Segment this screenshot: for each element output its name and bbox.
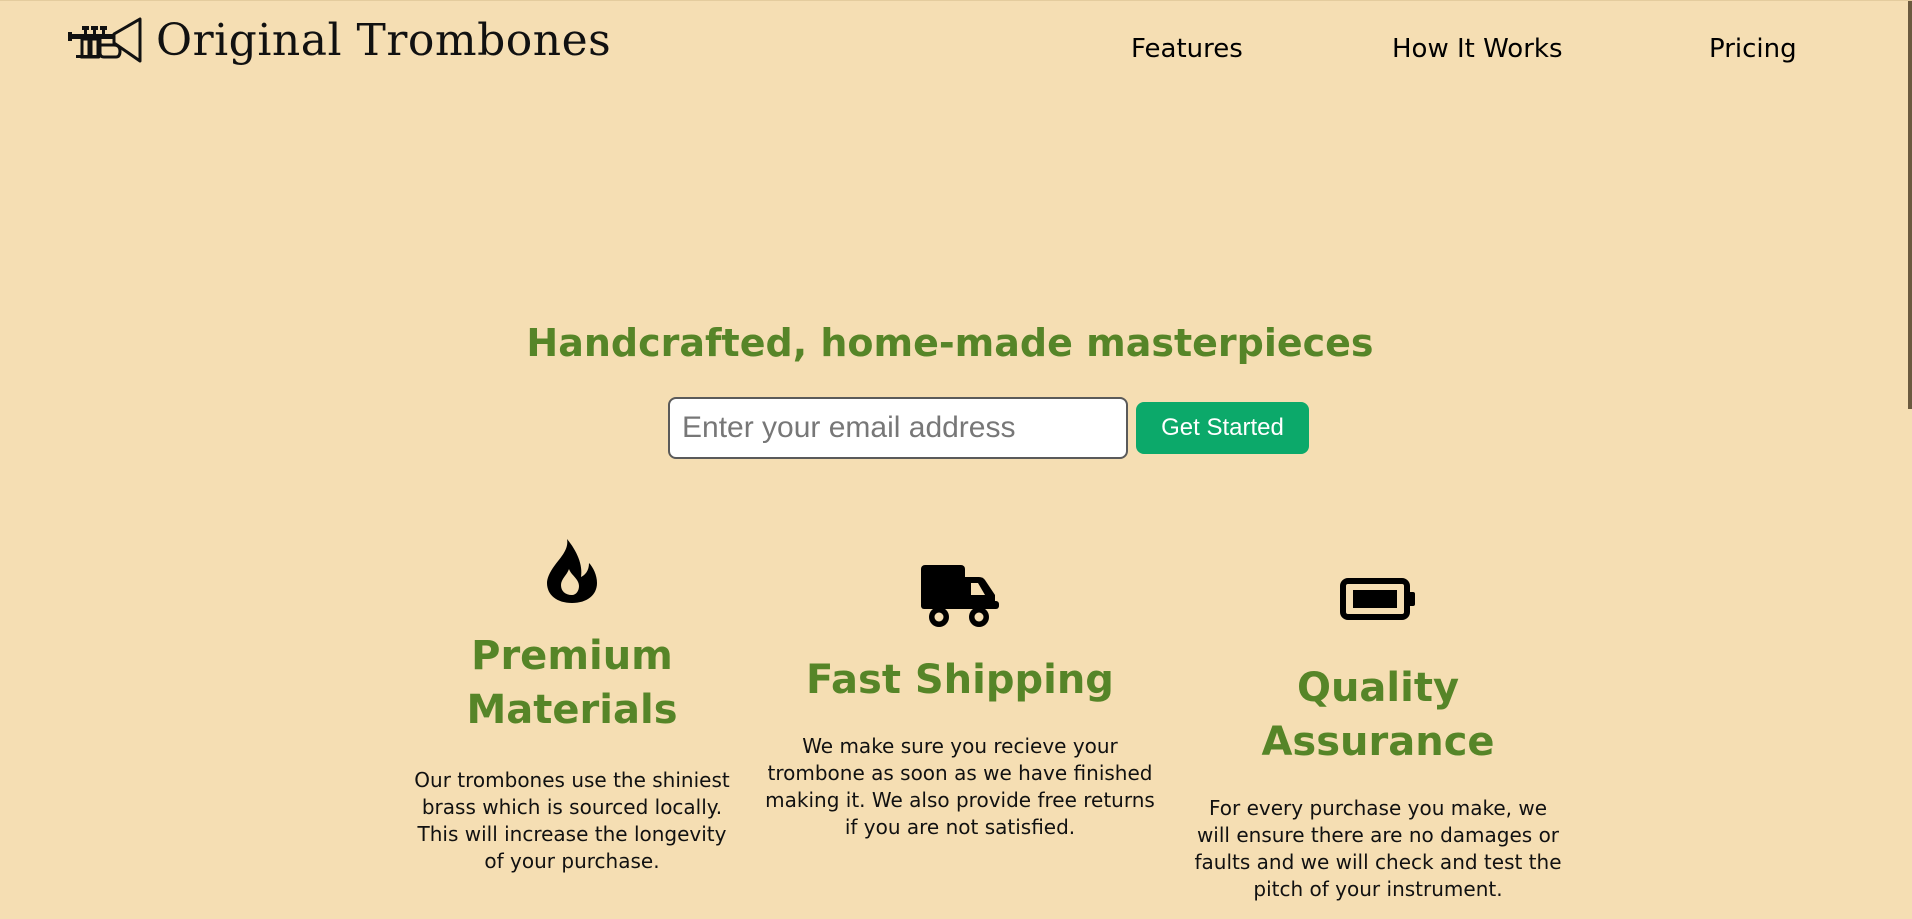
get-started-button[interactable]: Get Started [1136,402,1309,454]
feature-title: Quality Assurance [1261,665,1495,765]
feature-title: Premium Materials [466,633,678,733]
feature-title: Fast Shipping [806,657,1114,703]
email-input[interactable] [668,397,1128,459]
fire-icon [547,539,597,603]
main-nav: Features How It Works Pricing [0,31,1900,71]
nav-link-pricing[interactable]: Pricing [1709,31,1797,67]
landing-page: Original Trombones Features How It Works… [0,0,1912,919]
feature-description: Our trombones use the shiniest brass whi… [414,768,730,873]
scrollbar[interactable] [1908,1,1912,409]
features-section: Premium Materials Our trombones use the … [0,531,1900,911]
battery-full-icon [1340,578,1415,620]
nav-link-how-it-works[interactable]: How It Works [1392,31,1563,67]
feature-premium-materials: Premium Materials Our trombones use the … [412,537,732,875]
hero-title: Handcrafted, home-made masterpieces [526,321,1374,365]
nav-link-features[interactable]: Features [1131,31,1243,67]
truck-icon [921,565,999,627]
header: Original Trombones Features How It Works… [0,1,1900,91]
feature-description: We make sure you recieve your trombone a… [765,734,1155,839]
feature-description: For every purchase you make, we will ens… [1194,796,1562,901]
feature-fast-shipping: Fast Shipping We make sure you recieve y… [762,531,1158,841]
signup-form: Get Started [668,397,1309,459]
hero-section: Handcrafted, home-made masterpieces [0,317,1900,369]
feature-quality-assurance: Quality Assurance For every purchase you… [1186,531,1570,903]
